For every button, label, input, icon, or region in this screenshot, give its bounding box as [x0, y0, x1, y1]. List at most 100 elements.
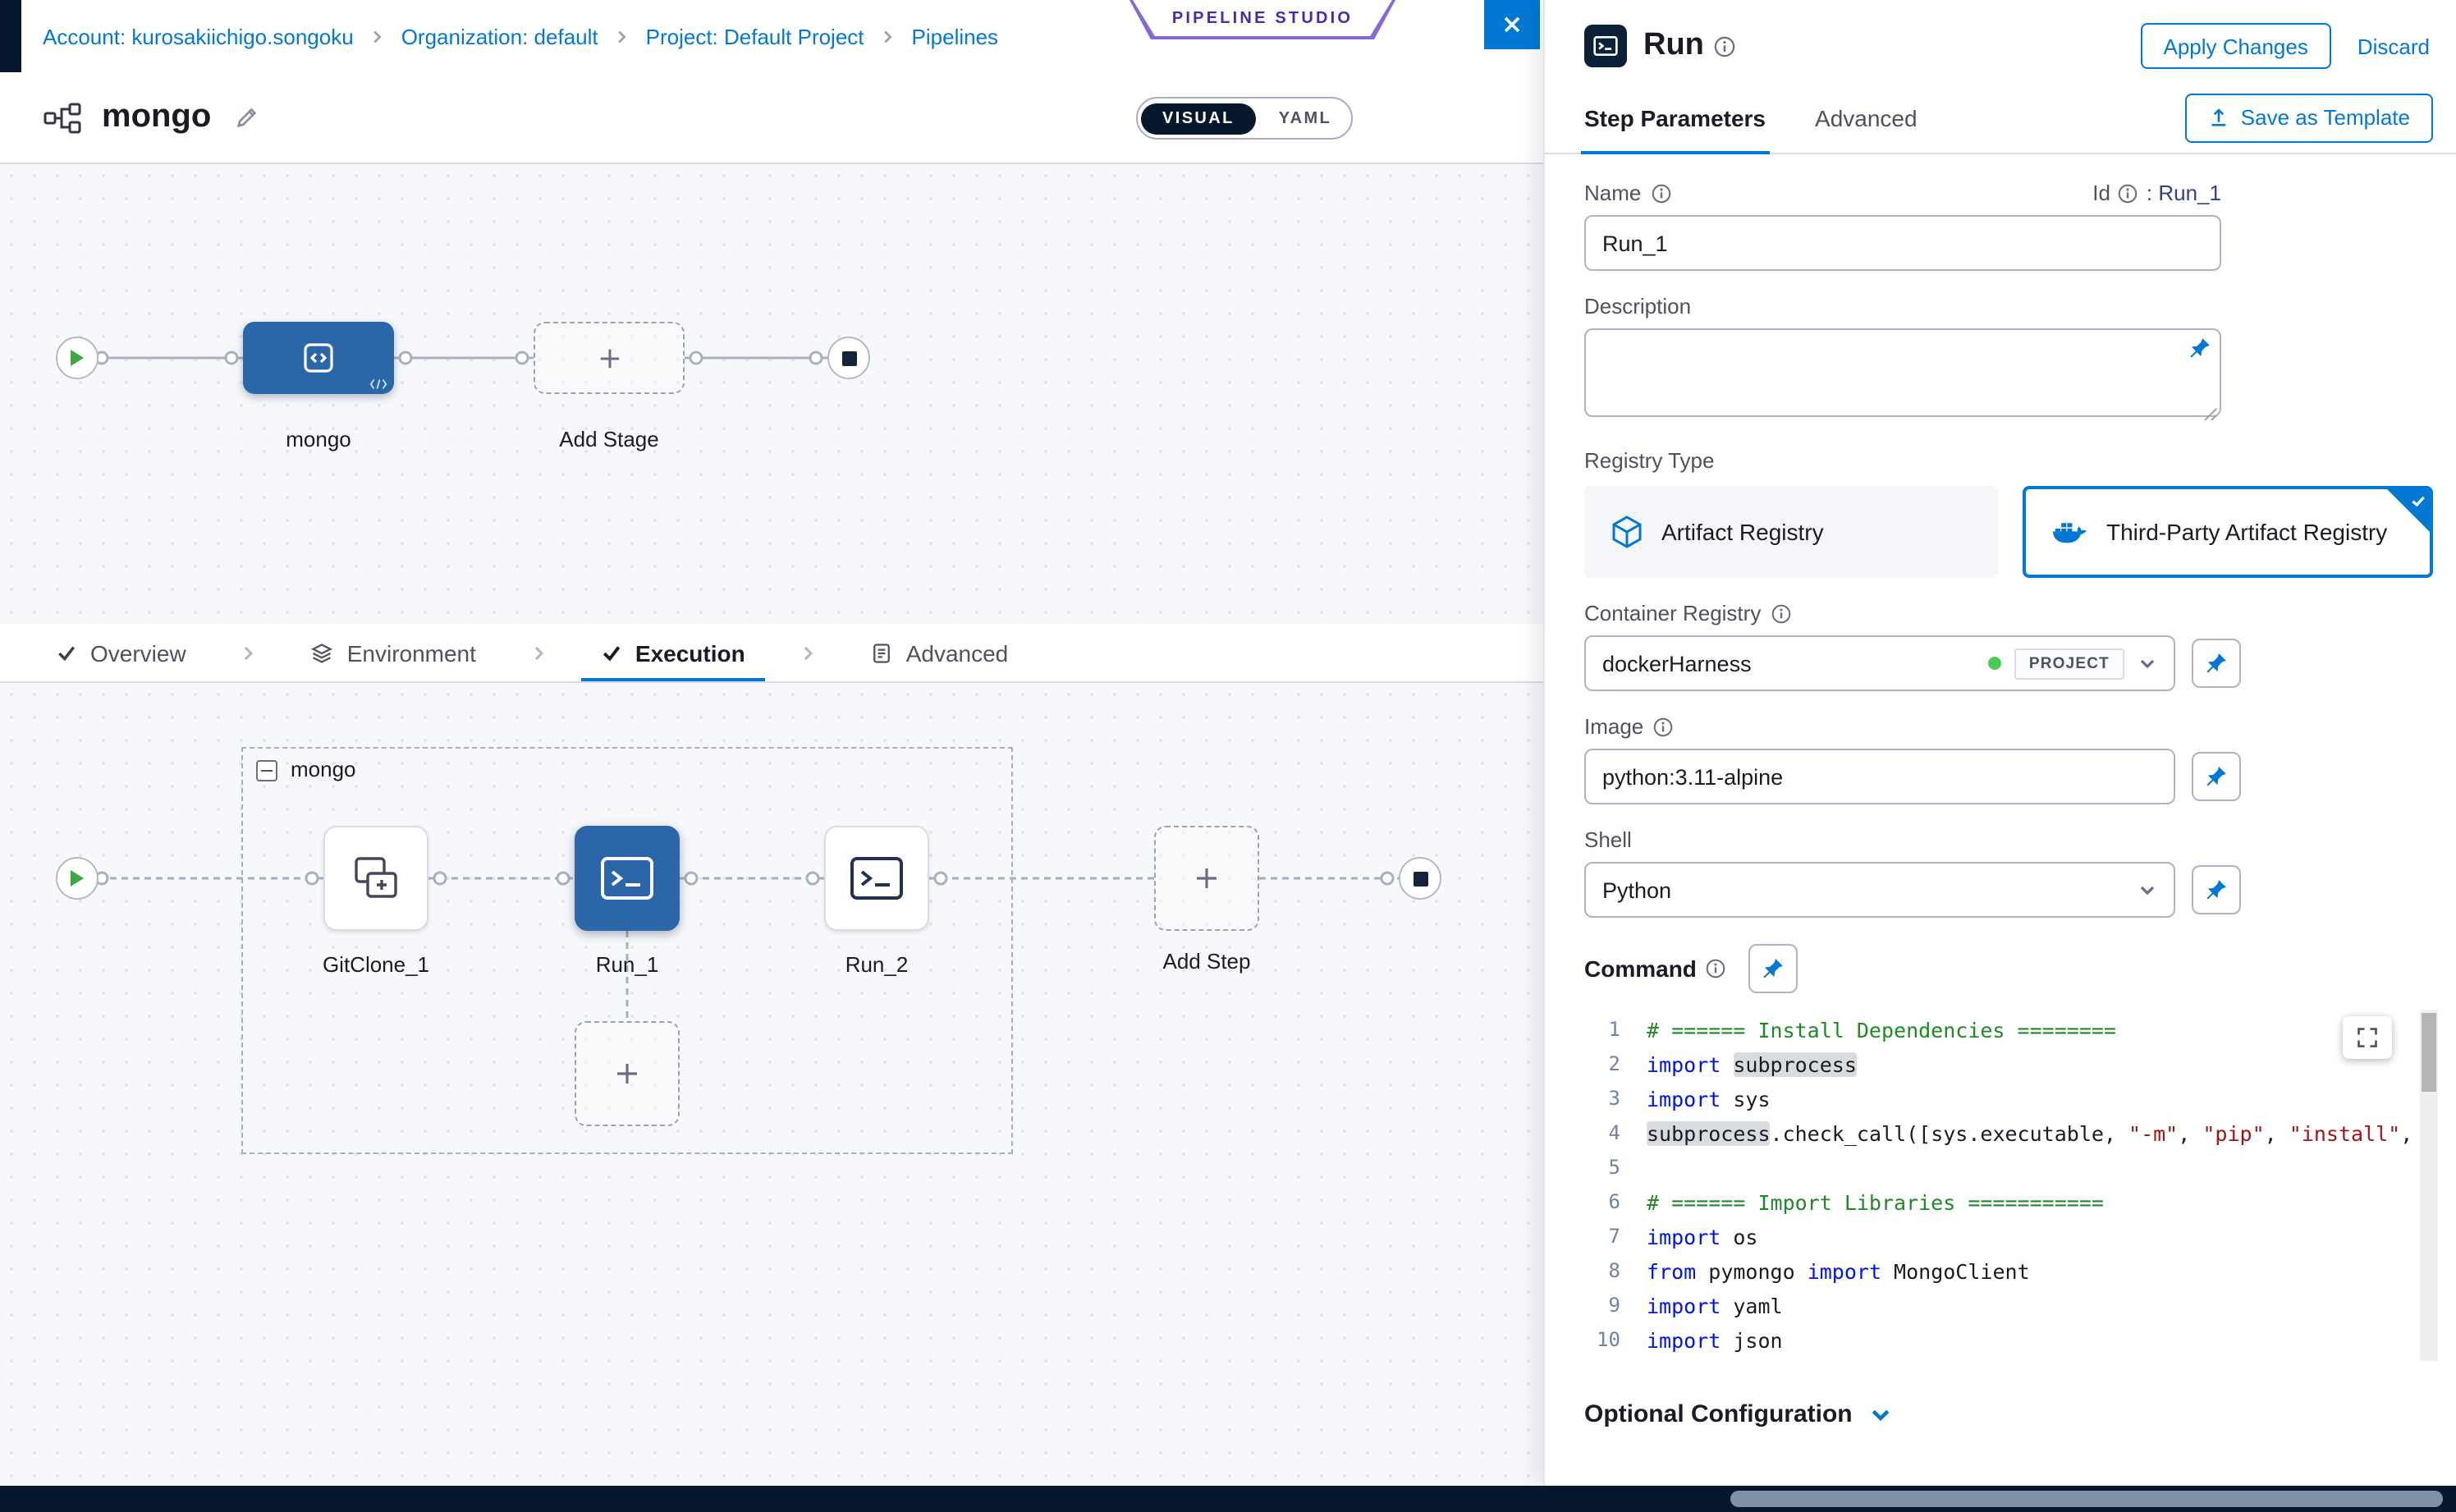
tab-advanced-panel[interactable]: Advanced — [1815, 82, 1918, 153]
pipeline-end-node[interactable] — [827, 337, 870, 379]
breadcrumb-separator-icon — [369, 27, 387, 45]
pin-description-button[interactable] — [2188, 337, 2211, 360]
plus-icon — [614, 1061, 640, 1087]
edit-pipeline-button[interactable] — [234, 105, 259, 130]
add-stage-node[interactable] — [534, 322, 685, 394]
step-label-run-1: Run_1 — [522, 952, 732, 977]
image-row: python:3.11-alpine — [1584, 749, 2433, 804]
execution-end-node[interactable] — [1399, 857, 1441, 900]
tab-label: Advanced — [906, 639, 1009, 666]
editor-scrollbar-thumb[interactable] — [2422, 1013, 2436, 1092]
advanced-icon — [870, 641, 893, 664]
info-icon[interactable] — [1651, 183, 1670, 203]
name-input[interactable] — [1584, 215, 2221, 271]
optional-configuration-toggle[interactable]: Optional Configuration — [1584, 1400, 2433, 1428]
apply-changes-button[interactable]: Apply Changes — [2141, 23, 2331, 69]
chevron-down-icon — [2138, 880, 2157, 900]
add-parallel-step-node[interactable] — [575, 1021, 680, 1126]
registry-type-options: Artifact Registry Third-Party Artifact R… — [1584, 486, 2433, 578]
stage-node-mongo[interactable] — [243, 322, 394, 394]
execution-canvas[interactable]: mongo GitClone_1 Run_1 Run_2 Add — [0, 683, 1543, 1486]
step-label-gitclone-1: GitClone_1 — [271, 952, 481, 977]
pipeline-studio: Account: kurosakiichigo.songoku Organiza… — [0, 0, 1543, 1486]
close-panel-button[interactable] — [1484, 0, 1540, 49]
image-label: Image — [1584, 714, 2433, 739]
line-number: 1 — [1584, 1013, 1647, 1047]
tab-step-parameters[interactable]: Step Parameters — [1584, 82, 1766, 153]
id-label: Id — [2092, 181, 2110, 205]
pin-image-button[interactable] — [2192, 752, 2241, 801]
stop-icon — [1413, 871, 1427, 886]
info-icon[interactable] — [1771, 603, 1790, 623]
info-icon[interactable] — [1714, 35, 1735, 57]
toggle-yaml[interactable]: YAML — [1259, 103, 1351, 134]
code-line[interactable]: 3import sys — [1584, 1082, 2438, 1116]
code-line[interactable]: 1# ====== Install Dependencies ======== — [1584, 1013, 2438, 1047]
resize-grip-icon[interactable] — [2203, 407, 2218, 422]
code-line[interactable]: 2import subprocess — [1584, 1047, 2438, 1082]
add-step-node[interactable] — [1154, 826, 1259, 931]
info-icon[interactable] — [2119, 183, 2138, 203]
command-editor[interactable]: 1# ====== Install Dependencies ========2… — [1584, 1010, 2438, 1361]
line-number: 4 — [1584, 1116, 1647, 1151]
info-icon[interactable] — [1653, 717, 1673, 736]
code-line[interactable]: 8from pymongo import MongoClient — [1584, 1254, 2438, 1289]
horizontal-scrollbar-thumb[interactable] — [1730, 1491, 2443, 1507]
info-icon[interactable] — [1707, 959, 1726, 978]
connector-status-dot — [1988, 657, 2001, 670]
pin-container-registry-button[interactable] — [2192, 639, 2241, 688]
pin-shell-button[interactable] — [2192, 865, 2241, 914]
template-icon — [2208, 107, 2229, 128]
code-line[interactable]: 4subprocess.check_call([sys.executable, … — [1584, 1116, 2438, 1151]
pipeline-start-node[interactable] — [56, 337, 99, 379]
expand-editor-button[interactable] — [2343, 1016, 2392, 1059]
code-line[interactable]: 5 — [1584, 1151, 2438, 1185]
id-value: : Run_1 — [2147, 181, 2221, 205]
stage-canvas[interactable]: mongo Add Stage — [0, 164, 1543, 624]
execution-start-node[interactable] — [56, 857, 99, 900]
tab-advanced[interactable]: Advanced — [857, 624, 1022, 681]
artifact-registry-option[interactable]: Artifact Registry — [1584, 486, 1998, 578]
toggle-visual[interactable]: VISUAL — [1141, 103, 1256, 134]
terminal-icon — [847, 854, 906, 903]
container-registry-select[interactable]: dockerHarness PROJECT — [1584, 635, 2175, 691]
step-node-run-2[interactable] — [824, 826, 929, 931]
tab-label: Execution — [635, 639, 745, 666]
tab-environment[interactable]: Environment — [298, 624, 489, 681]
terminal-icon — [598, 854, 657, 903]
code-badge-icon — [369, 378, 387, 391]
line-number: 10 — [1584, 1323, 1647, 1358]
panel-title: Run — [1643, 28, 1704, 64]
shell-select[interactable]: Python — [1584, 862, 2175, 918]
tab-execution[interactable]: Execution — [588, 624, 758, 681]
bottom-scrollbar[interactable] — [0, 1486, 2456, 1512]
pencil-icon — [234, 105, 259, 130]
breadcrumb-org-link[interactable]: Organization: default — [401, 24, 598, 48]
image-value: python:3.11-alpine — [1602, 764, 2157, 789]
stage-node-label: mongo — [243, 427, 394, 451]
stop-icon — [841, 351, 856, 365]
git-clone-icon — [348, 852, 404, 905]
pin-icon — [2205, 878, 2228, 901]
close-icon — [1502, 15, 1522, 34]
code-line[interactable]: 7import os — [1584, 1220, 2438, 1254]
breadcrumb: Account: kurosakiichigo.songoku Organiza… — [43, 0, 998, 72]
description-textarea[interactable] — [1584, 328, 2221, 417]
image-input[interactable]: python:3.11-alpine — [1584, 749, 2175, 804]
tab-overview[interactable]: Overview — [43, 624, 199, 681]
editor-scrollbar[interactable] — [2420, 1010, 2438, 1361]
pin-command-button[interactable] — [1749, 944, 1798, 993]
breadcrumb-account-link[interactable]: Account: kurosakiichigo.songoku — [43, 24, 354, 48]
code-line[interactable]: 10import json — [1584, 1323, 2438, 1358]
code-line[interactable]: 6# ====== Import Libraries =========== — [1584, 1185, 2438, 1220]
discard-button[interactable]: Discard — [2357, 34, 2430, 58]
nav-edge-sliver — [0, 0, 21, 72]
code-line[interactable]: 9import yaml — [1584, 1289, 2438, 1323]
breadcrumb-pipelines-link[interactable]: Pipelines — [912, 24, 999, 48]
breadcrumb-project-link[interactable]: Project: Default Project — [646, 24, 864, 48]
step-node-run-1[interactable] — [575, 826, 680, 931]
save-as-template-button[interactable]: Save as Template — [2185, 93, 2433, 142]
collapse-group-button[interactable] — [256, 760, 277, 781]
step-node-gitclone-1[interactable] — [323, 826, 428, 931]
third-party-registry-option[interactable]: Third-Party Artifact Registry — [2023, 486, 2433, 578]
